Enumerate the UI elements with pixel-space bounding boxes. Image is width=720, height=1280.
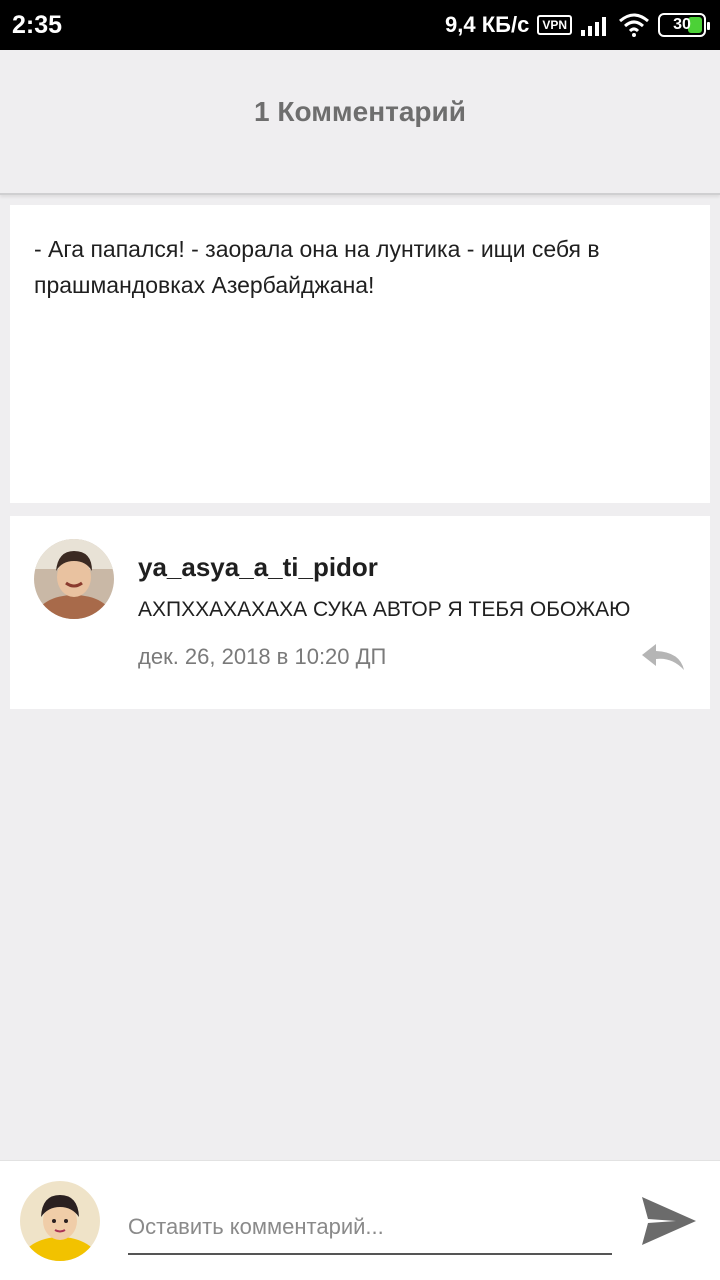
comment-author[interactable]: ya_asya_a_ti_pidor (138, 552, 378, 583)
post-text: - Ага папался! - заорала она на лунтика … (34, 236, 600, 298)
comment-item: ya_asya_a_ti_pidor АХПХХАХАХАХА СУКА АВТ… (10, 516, 710, 709)
comment-input[interactable] (128, 1201, 612, 1255)
page-title: 1 Комментарий (254, 95, 466, 127)
status-time: 2:35 (12, 10, 63, 39)
user-avatar-icon[interactable] (34, 539, 114, 619)
current-user-avatar-icon (20, 1181, 100, 1261)
status-icons: 9,4 КБ/с VPN 30 (445, 12, 710, 38)
comment-text: АХПХХАХАХАХА СУКА АВТОР Я ТЕБЯ ОБОЖАЮ (138, 598, 631, 621)
comments-header: 1 Комментарий (0, 50, 720, 195)
status-bar: 2:35 9,4 КБ/с VPN 30 (0, 0, 720, 50)
compose-bar (0, 1160, 720, 1280)
post-card: - Ага папался! - заорала она на лунтика … (10, 205, 710, 503)
wifi-icon (619, 13, 649, 37)
signal-icon (581, 17, 606, 36)
comment-date: дек. 26, 2018 в 10:20 ДП (138, 644, 387, 669)
battery-icon: 30 (658, 13, 710, 37)
network-speed: 9,4 КБ/с (445, 12, 530, 37)
battery-tip (707, 22, 710, 30)
battery-percent: 30 (673, 16, 691, 33)
reply-icon[interactable] (640, 642, 686, 672)
vpn-icon: VPN (537, 15, 572, 35)
send-icon[interactable] (640, 1193, 698, 1249)
